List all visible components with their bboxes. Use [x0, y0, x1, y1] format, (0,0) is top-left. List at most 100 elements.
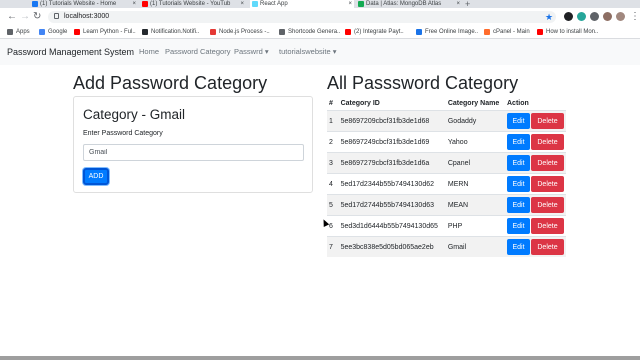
- table-row: 6 5ed3d1d6444b55b7494130d65 PHP Edit Dele…: [327, 215, 566, 237]
- info-icon[interactable]: [54, 13, 59, 19]
- table-header-row: # Category ID Category Name Action: [327, 96, 566, 111]
- card-title: Category - Gmail: [83, 107, 186, 122]
- bookmark-favicon-icon: [416, 29, 422, 35]
- bookmark-item[interactable]: Google: [39, 26, 67, 38]
- delete-button[interactable]: Delete: [531, 176, 564, 192]
- row-number: 7: [327, 236, 339, 257]
- github-icon: [142, 29, 148, 35]
- delete-button[interactable]: Delete: [531, 197, 564, 213]
- delete-button[interactable]: Delete: [531, 134, 564, 150]
- apps-icon: [7, 29, 13, 35]
- extension-icon[interactable]: [603, 12, 612, 21]
- bookmark-label: Shortcode Genera..: [288, 29, 341, 35]
- category-name-cell: Godaddy: [445, 110, 505, 132]
- nav-link-password-category[interactable]: Password Category: [165, 39, 230, 65]
- column-header: #: [327, 96, 339, 111]
- url-text: localhost:3000: [64, 13, 110, 20]
- bookmark-label: Google: [48, 29, 68, 35]
- bottom-edge: [0, 356, 640, 360]
- edit-button[interactable]: Edit: [507, 218, 530, 234]
- extension-icon[interactable]: [577, 12, 586, 21]
- tab-tutorials-facebook[interactable]: (1) Tutorials Website - Home ×: [30, 0, 138, 8]
- bookmark-item[interactable]: Node.js Process -..: [210, 26, 270, 38]
- nav-dropdown-tutorialswebsite[interactable]: tutorialswebsite ▾: [279, 39, 337, 65]
- youtube-icon: [537, 29, 543, 35]
- menu-icon[interactable]: ⋮: [630, 11, 640, 23]
- bookmark-label: Free Online Image..: [425, 29, 479, 35]
- action-cell: Edit Delete: [505, 131, 566, 153]
- bookmark-label: How to install Mon..: [546, 29, 599, 35]
- category-input[interactable]: [83, 144, 304, 161]
- bookmark-item[interactable]: Notification.Notifi..: [142, 26, 199, 38]
- nav-link-home[interactable]: Home: [139, 39, 159, 65]
- navbar-brand[interactable]: Password Management System: [7, 39, 134, 65]
- add-button[interactable]: ADD: [83, 168, 109, 185]
- new-tab-icon[interactable]: +: [465, 0, 470, 8]
- delete-button[interactable]: Delete: [531, 239, 564, 255]
- edit-button[interactable]: Edit: [507, 134, 530, 150]
- youtube-icon: [142, 1, 148, 7]
- category-id-cell: 5e8697279cbcf31fb3de1d6a: [338, 152, 446, 174]
- delete-button[interactable]: Delete: [531, 218, 564, 234]
- bookmark-star-icon[interactable]: ★: [545, 11, 553, 23]
- add-category-heading: Add Password Category: [73, 73, 268, 93]
- bookmark-item[interactable]: Free Online Image..: [416, 26, 478, 38]
- extension-icon[interactable]: [564, 12, 573, 21]
- close-tab-icon[interactable]: ×: [456, 0, 460, 8]
- bookmark-item[interactable]: cPanel - Main: [484, 26, 530, 38]
- bookmark-item[interactable]: Apps: [7, 26, 30, 38]
- category-name-cell: Yahoo: [445, 131, 505, 153]
- nav-dropdown-passwrd[interactable]: Passwrd ▾: [234, 39, 269, 65]
- back-icon[interactable]: ←: [7, 11, 17, 23]
- bookmark-item[interactable]: Learn Python - Ful..: [74, 26, 136, 38]
- category-id-cell: 5ee3bc838e5d05bd065ae2eb: [338, 236, 446, 257]
- tab-tutorials-youtube[interactable]: (1) Tutorials Website - YouTub ×: [140, 0, 246, 8]
- table-row: 7 5ee3bc838e5d05bd065ae2eb Gmail Edit Del…: [327, 236, 566, 257]
- avatar[interactable]: [616, 12, 625, 21]
- category-id-cell: 5ed17d2744b55b7494130d63: [338, 194, 446, 216]
- table-row: 2 5e8697249cbcf31fb3de1d69 Yahoo Edit Del…: [327, 131, 566, 153]
- youtube-icon: [345, 29, 351, 35]
- app-navbar: Password Management System Home Password…: [0, 39, 640, 65]
- category-input-label: Enter Password Category: [83, 130, 163, 137]
- action-cell: Edit Delete: [505, 215, 566, 237]
- category-name-cell: PHP: [445, 215, 505, 237]
- forward-icon[interactable]: →: [20, 11, 30, 23]
- bookmark-label: cPanel - Main: [493, 29, 530, 35]
- edit-button[interactable]: Edit: [507, 113, 530, 129]
- category-name-cell: Cpanel: [445, 152, 505, 174]
- reload-icon[interactable]: ↻: [33, 11, 41, 23]
- category-id-cell: 5ed17d2344b55b7494130d62: [338, 173, 446, 195]
- delete-button[interactable]: Delete: [531, 155, 564, 171]
- edit-button[interactable]: Edit: [507, 239, 530, 255]
- close-tab-icon[interactable]: ×: [348, 0, 352, 8]
- edit-button[interactable]: Edit: [507, 155, 530, 171]
- bookmark-label: Notification.Notifi..: [151, 29, 200, 35]
- edit-button[interactable]: Edit: [507, 197, 530, 213]
- edit-button[interactable]: Edit: [507, 176, 530, 192]
- bookmark-item[interactable]: (2) Integrate Payt..: [345, 26, 404, 38]
- address-bar[interactable]: localhost:3000: [48, 11, 556, 23]
- column-header: Category ID: [338, 96, 446, 111]
- tab-mongodb-atlas[interactable]: Data | Atlas: MongoDB Atlas ×: [356, 0, 462, 8]
- extension-icon[interactable]: [590, 12, 599, 21]
- table-row: 4 5ed17d2344b55b7494130d62 MERN Edit Dele…: [327, 173, 566, 195]
- bookmark-item[interactable]: How to install Mon..: [537, 26, 598, 38]
- tab-label: Data | Atlas: MongoDB Atlas: [366, 1, 442, 7]
- category-list-heading: All Passsword Category: [327, 73, 519, 93]
- bookmark-label: Node.js Process -..: [219, 29, 270, 35]
- column-header: Category Name: [445, 96, 505, 111]
- table-row: 5 5ed17d2744b55b7494130d63 MEAN Edit Dele…: [327, 194, 566, 216]
- delete-button[interactable]: Delete: [531, 113, 564, 129]
- column-header: Action: [505, 96, 566, 111]
- row-number: 3: [327, 152, 339, 174]
- action-cell: Edit Delete: [505, 110, 566, 132]
- action-cell: Edit Delete: [505, 236, 566, 257]
- tab-react-app[interactable]: React App ×: [250, 0, 354, 8]
- bookmark-item[interactable]: Shortcode Genera..: [279, 26, 340, 38]
- row-number: 2: [327, 131, 339, 153]
- category-name-cell: Gmail: [445, 236, 505, 257]
- bookmark-label: (2) Integrate Payt..: [354, 29, 404, 35]
- close-tab-icon[interactable]: ×: [240, 0, 244, 8]
- close-tab-icon[interactable]: ×: [132, 0, 136, 8]
